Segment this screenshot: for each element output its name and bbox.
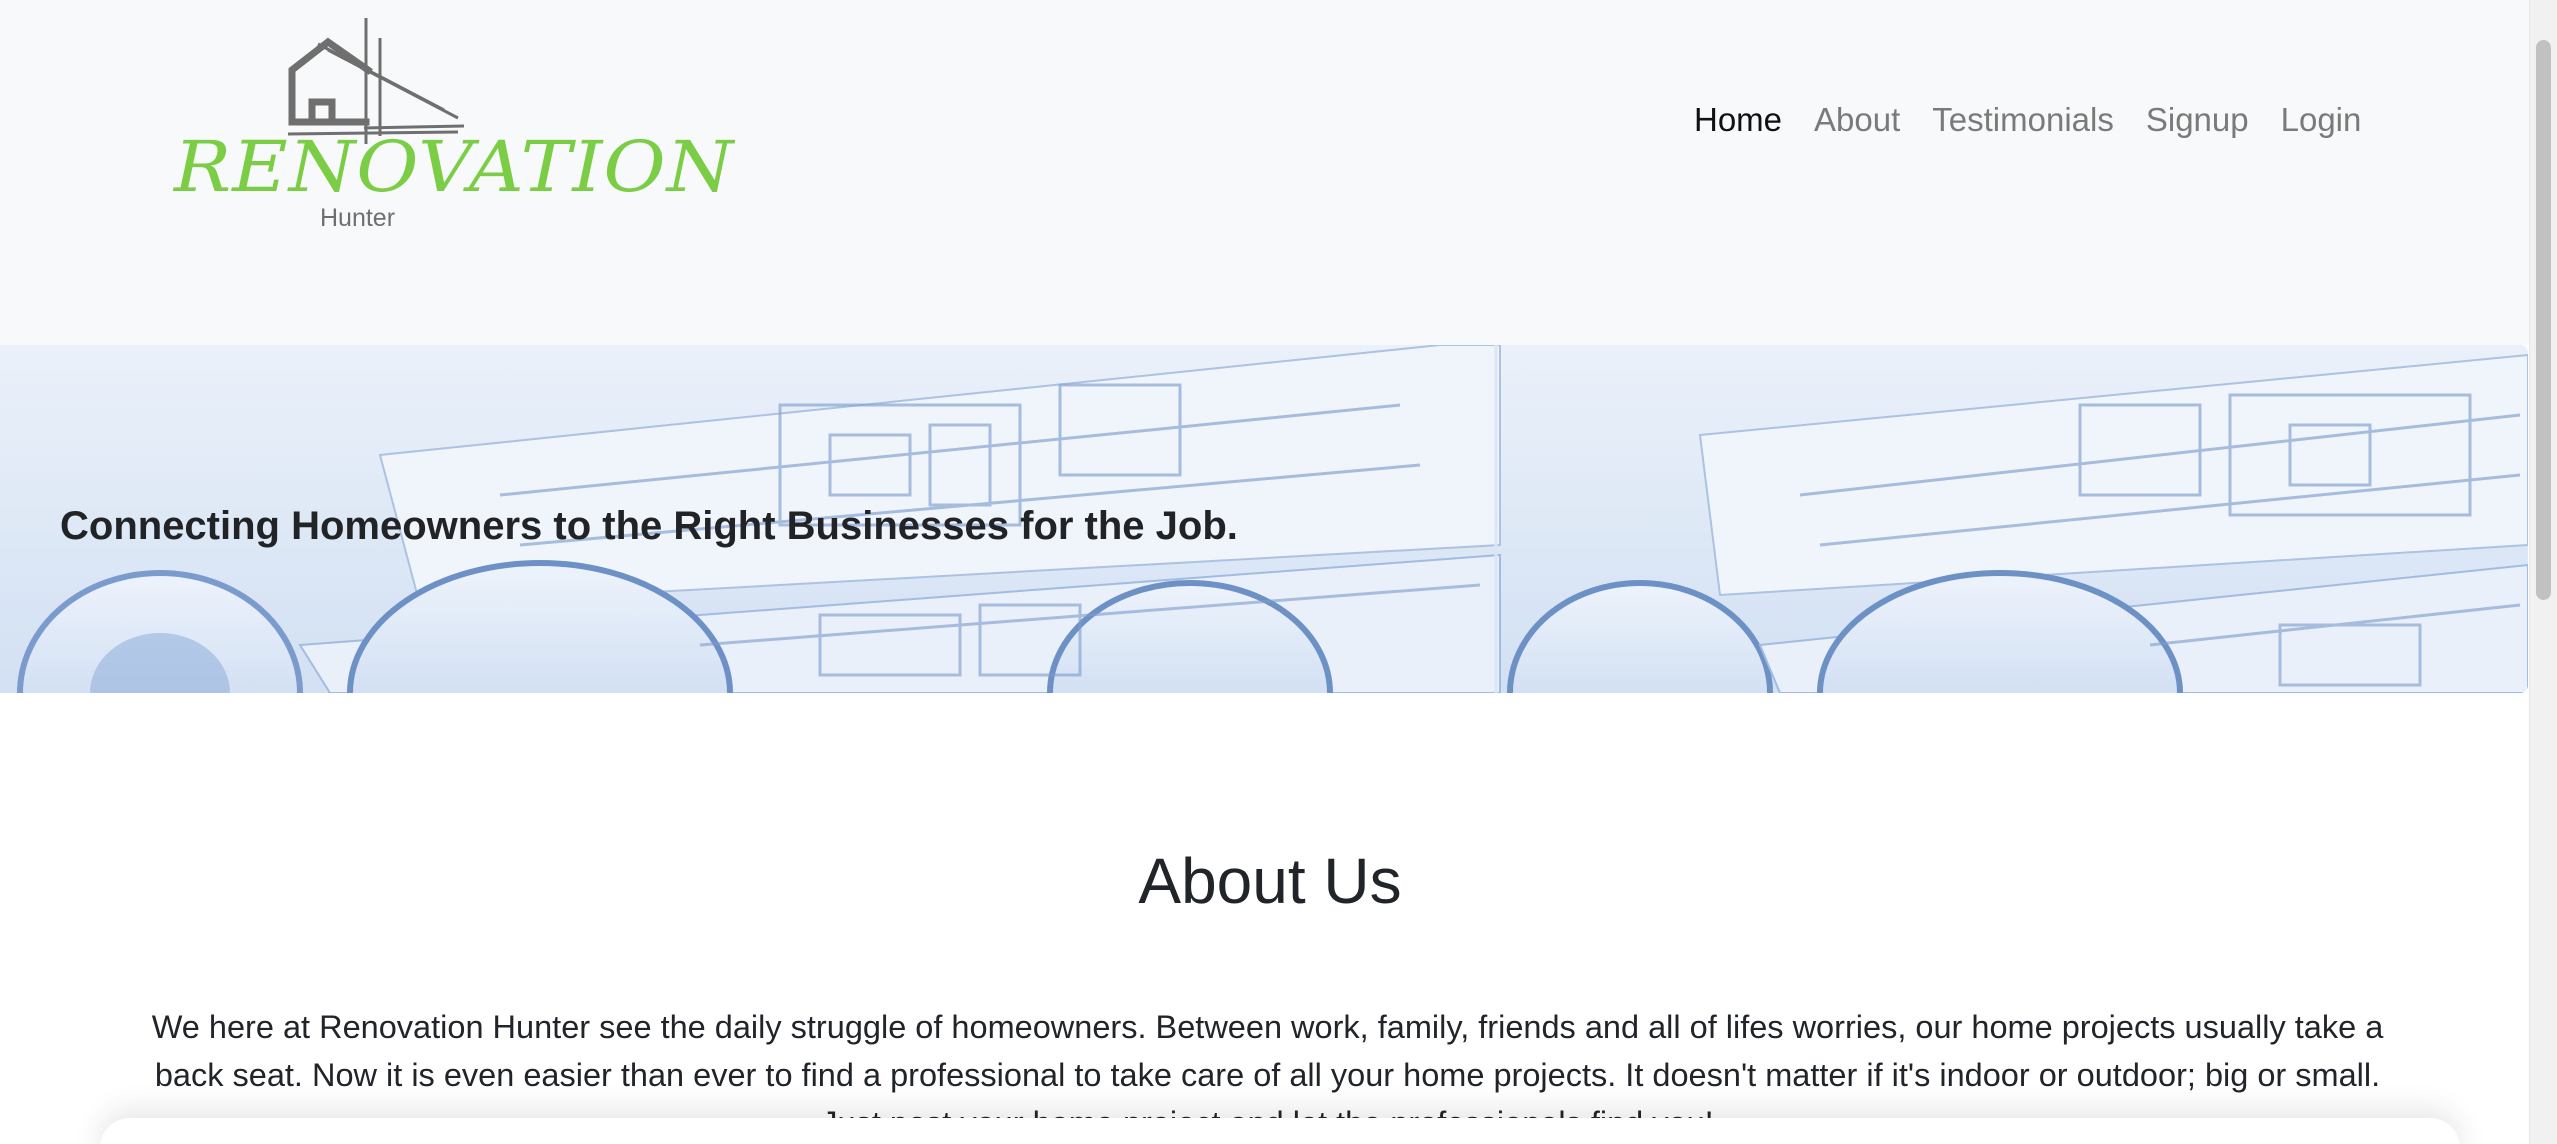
logo-wordmark: RENOVATION — [174, 125, 735, 208]
nav-signup-link[interactable]: Signup — [2130, 98, 2265, 142]
site-header: RENOVATION Hunter Home About Testimonial… — [0, 0, 2530, 345]
main-nav: Home About Testimonials Signup Login — [1694, 98, 2377, 142]
page: RENOVATION Hunter Home About Testimonial… — [0, 0, 2557, 1144]
vertical-scrollbar[interactable] — [2529, 0, 2557, 1144]
nav-home-link[interactable]: Home — [1694, 98, 1798, 142]
logo-subtitle: Hunter — [320, 204, 396, 232]
scrollbar-thumb[interactable] — [2536, 40, 2551, 600]
nav-login-link[interactable]: Login — [2265, 98, 2378, 142]
nav-about-link[interactable]: About — [1798, 98, 1916, 142]
next-section-card — [100, 1118, 2460, 1144]
hero-banner: Connecting Homeowners to the Right Busin… — [0, 345, 2528, 693]
logo[interactable]: RENOVATION Hunter — [168, 14, 733, 231]
hero-title: Connecting Homeowners to the Right Busin… — [60, 503, 1238, 548]
nav-testimonials-link[interactable]: Testimonials — [1916, 98, 2130, 142]
about-heading: About Us — [1138, 845, 1402, 918]
